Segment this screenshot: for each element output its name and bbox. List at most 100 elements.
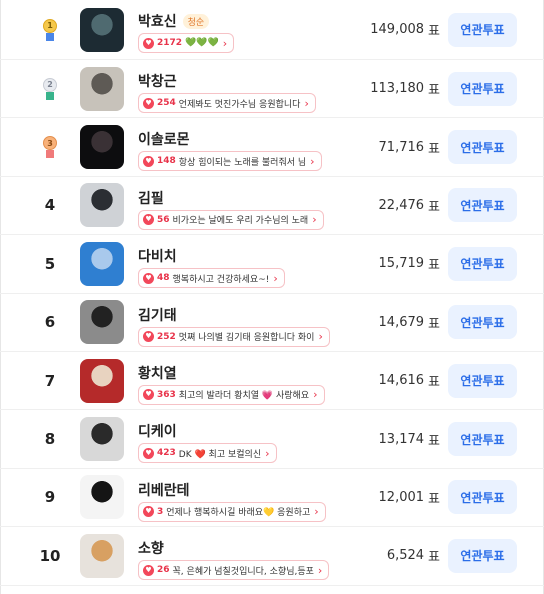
silver-medal-icon: 2 [43,77,57,100]
vote-count: 149,008 표 [370,0,440,59]
cheer-text: 언제봐도 멋진가수님 응원합니다 [178,99,301,110]
ranking-row: 8 디케이 ♥ 423 DK ❤️ 최고 보컬의신 › 13,174 표 연관투표 [0,410,544,469]
vote-count: 13,174 표 [379,410,440,467]
heart-icon: ♥ [143,155,154,167]
artist-avatar[interactable] [80,417,124,462]
vote-count: 6,524 표 [387,527,440,584]
ranking-row: 10 소향 ♥ 26 꼭, 은혜가 넘칠것입니다, 소향님,등포 › 6,524 표 연관투표 [0,527,544,586]
cheer-text: 항상 힘이되는 노래를 불러줘서 님 [178,157,307,168]
artist-avatar[interactable] [80,300,124,345]
ranking-row: 5 다비치 ♥ 48 행복하시고 건강하세요~! › 15,719 표 연관투표 [0,235,544,294]
name-line: 디케이 [138,421,177,441]
rank-number: 7 [44,371,56,390]
bronze-medal-icon: 3 [43,136,57,159]
artist-avatar[interactable] [80,241,124,286]
name-line: 소향 [138,538,164,558]
vote-number: 71,716 [378,139,425,155]
chevron-right-icon: › [310,154,315,168]
vote-suffix: 표 [428,141,440,157]
related-vote-button[interactable]: 연관투표 [448,363,517,398]
cheer-message-pill[interactable]: ♥ 254 언제봐도 멋진가수님 응원합니다 › [138,93,316,113]
vote-number: 15,719 [378,256,425,272]
name-line: 다비치 [138,246,177,266]
related-vote-button[interactable]: 연관투표 [448,188,517,223]
cheer-message-pill[interactable]: ♥ 26 꼭, 은혜가 넘칠것입니다, 소향님,등포 › [138,560,330,581]
artist-avatar[interactable] [80,7,124,52]
vote-suffix: 표 [428,83,440,99]
rank-number: 9 [44,488,56,507]
chevron-right-icon: › [314,505,319,519]
related-vote-button[interactable]: 연관투표 [448,480,517,515]
related-vote-button[interactable]: 연관투표 [448,246,517,281]
cheer-text: 언제나 행복하시길 바래요💛 응원하고 [166,508,311,519]
cheer-count: 2172 [157,38,183,48]
heart-icon: ♥ [143,331,154,343]
gold-medal-icon: 1 [43,18,57,41]
artist-name[interactable]: 황치열 [138,363,177,383]
cheer-message-pill[interactable]: ♥ 2172 💚💚💚 › [138,33,235,53]
cheer-count: 26 [157,565,170,576]
related-vote-button[interactable]: 연관투표 [448,71,517,106]
cheer-message-pill[interactable]: ♥ 363 최고의 발라더 황치열 💗 사랑해요 › [138,384,325,405]
related-vote-button[interactable]: 연관투표 [448,130,517,165]
chevron-right-icon: › [312,213,317,227]
ranking-row: 3 이솔로몬 ♥ 148 항상 힘이되는 노래를 불러줘서 님 › 71,716 표 연관투표 [0,118,544,177]
related-vote-button[interactable]: 연관투표 [448,538,517,573]
ranking-row: 2 박창근 ♥ 254 언제봐도 멋진가수님 응원합니다 › 113,180 표 연관투표 [0,60,544,119]
medal-ribbon [46,32,54,41]
artist-avatar[interactable] [80,66,124,111]
artist-name[interactable]: 이솔로몬 [138,129,190,149]
artist-avatar[interactable] [80,475,124,520]
name-line: 박창근 [138,71,177,91]
chevron-right-icon: › [317,563,323,577]
artist-avatar[interactable] [80,533,124,578]
related-vote-button[interactable]: 연관투표 [448,422,517,457]
cheer-message-pill[interactable]: ♥ 148 항상 힘이되는 노래를 불러줘서 님 › [138,151,322,172]
artist-name[interactable]: 김필 [138,188,164,208]
cheer-message-pill[interactable]: ♥ 252 멋쪄 나의별 김기태 응원합니다 화이 › [138,326,330,347]
artist-name[interactable]: 소향 [138,538,164,558]
ranking-row: 9 리베란테 ♥ 3 언제나 행복하시길 바래요💛 응원하고 › 12,001 표 연관투표 [0,469,544,528]
related-vote-button[interactable]: 연관투표 [448,12,517,47]
heart-icon: ♥ [143,506,154,518]
artist-name[interactable]: 박효신 [138,11,177,31]
cheer-message-pill[interactable]: ♥ 48 행복하시고 건강하세요~! › [138,268,285,289]
related-vote-button[interactable]: 연관투표 [448,305,517,340]
vote-suffix: 표 [428,258,440,274]
artist-badge: 청순 [182,13,210,29]
artist-avatar[interactable] [80,183,124,228]
cheer-count: 56 [157,214,170,225]
ranking-row: 7 황치열 ♥ 363 최고의 발라더 황치열 💗 사랑해요 › 14,616 표 연관투표 [0,352,544,411]
artist-avatar[interactable] [80,125,124,170]
cheer-message-pill[interactable]: ♥ 56 비가오는 날에도 우리 가수님의 노래 › [138,209,324,230]
ranking-row: 6 김기태 ♥ 252 멋쪄 나의별 김기태 응원합니다 화이 › 14,679 표 연관투표 [0,294,544,352]
cheer-count: 423 [157,448,176,459]
ranking-row: 4 김필 ♥ 56 비가오는 날에도 우리 가수님의 노래 › 22,476 표 연관투표 [0,177,544,236]
cheer-message-pill[interactable]: ♥ 423 DK ❤️ 최고 보컬의신 › [138,443,277,464]
vote-suffix: 표 [428,491,440,507]
artist-name[interactable]: 김기태 [138,305,177,325]
vote-number: 14,679 [378,314,425,330]
vote-number: 12,001 [378,489,425,505]
vote-number: 13,174 [378,431,425,447]
vote-count: 14,679 표 [379,294,440,351]
cheer-count: 252 [157,331,176,342]
cheer-text: DK ❤️ 최고 보컬의신 [178,449,262,460]
vote-number: 22,476 [378,197,425,213]
heart-icon: ♥ [143,389,154,401]
cheer-message-pill[interactable]: ♥ 3 언제나 행복하시길 바래요💛 응원하고 › [138,501,326,522]
heart-icon: ♥ [143,447,154,459]
artist-name[interactable]: 다비치 [138,246,177,266]
vote-suffix: 표 [428,433,440,449]
artist-name[interactable]: 디케이 [138,421,177,441]
artist-name[interactable]: 리베란테 [138,480,190,500]
chevron-right-icon: › [222,36,228,50]
artist-avatar[interactable] [80,358,124,403]
vote-count: 12,001 표 [379,469,440,526]
rank-number: 8 [44,430,56,449]
medal-ribbon [46,150,54,159]
artist-name[interactable]: 박창근 [138,71,177,91]
vote-suffix: 표 [428,316,440,332]
name-line: 황치열 [138,363,177,383]
medal-rank-number: 2 [43,77,57,92]
